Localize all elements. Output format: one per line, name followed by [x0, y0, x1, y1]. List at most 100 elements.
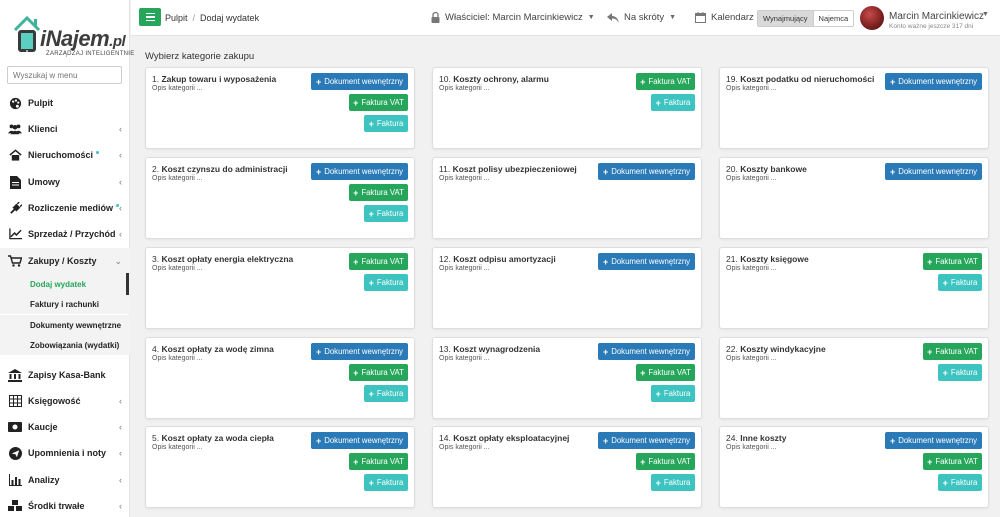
sidebar-item-nieruchomosci[interactable]: Nieruchomości ‹	[0, 142, 130, 168]
add-internal-document-button[interactable]: + Dokument wewnętrzny	[311, 163, 408, 180]
add-vat-invoice-button[interactable]: + Faktura VAT	[349, 253, 408, 270]
category-card: 13. Koszt wynagrodzenia Opis kategorii ..…	[432, 337, 702, 419]
add-vat-invoice-button[interactable]: + Faktura VAT	[349, 364, 408, 381]
sidebar-item-rozliczenie-mediow[interactable]: Rozliczenie mediów ‹	[0, 195, 130, 221]
add-invoice-button[interactable]: + Faktura	[938, 274, 982, 291]
sidebar-item-kasa-bank[interactable]: Zapisy Kasa-Bank	[0, 362, 130, 388]
button-label: Dokument wewnętrzny	[324, 167, 404, 176]
add-internal-document-button[interactable]: + Dokument wewnętrzny	[311, 343, 408, 360]
sidebar-item-kaucje[interactable]: Kaucje ‹	[0, 414, 130, 440]
add-invoice-button[interactable]: + Faktura	[364, 115, 408, 132]
button-label: Faktura VAT	[361, 188, 404, 197]
add-invoice-button[interactable]: + Faktura	[651, 385, 695, 402]
calendar-icon	[695, 12, 706, 23]
add-vat-invoice-button[interactable]: + Faktura VAT	[349, 94, 408, 111]
sidebar-item-zakupy[interactable]: Zakupy / Koszty ⌄	[0, 248, 130, 274]
sidebar-item-upomnienia[interactable]: Upomnienia i noty ‹	[0, 440, 130, 466]
category-card: 14. Koszt opłaty eksploatacyjnej Opis kat…	[432, 426, 702, 508]
add-internal-document-button[interactable]: + Dokument wewnętrzny	[598, 253, 695, 270]
add-internal-document-button[interactable]: + Dokument wewnętrzny	[311, 73, 408, 90]
category-description: Opis kategorii ...	[726, 444, 777, 451]
sidebar-item-label: Rozliczenie mediów	[28, 203, 114, 213]
shortcuts-dropdown[interactable]: Na skróty ▼	[607, 12, 676, 23]
plus-icon: +	[655, 97, 661, 108]
user-name[interactable]: Marcin Marcinkiewicz	[889, 11, 984, 22]
chevron-left-icon: ‹	[119, 203, 122, 213]
add-invoice-button[interactable]: + Faktura	[364, 274, 408, 291]
calendar-link[interactable]: Kalendarz	[695, 12, 754, 23]
button-label: Faktura VAT	[361, 368, 404, 377]
sidebar-item-pulpit[interactable]: Pulpit	[0, 90, 130, 116]
sidebar-subitem-zobowiazania[interactable]: Zobowiązania (wydatki)	[0, 335, 130, 355]
category-title: 3. Koszt opłaty energia elektryczna	[152, 254, 293, 264]
category-number: 19.	[726, 74, 738, 84]
avatar[interactable]	[860, 6, 884, 30]
sidebar-item-sprzedaz[interactable]: Sprzedaż / Przychód ‹	[0, 221, 130, 247]
sidebar-item-ksiegowosc[interactable]: Księgowość ‹	[0, 388, 130, 414]
add-invoice-button[interactable]: + Faktura	[938, 364, 982, 381]
role-toggle-wynajmujacy[interactable]: Wynajmujący	[758, 11, 813, 26]
add-invoice-button[interactable]: + Faktura	[651, 94, 695, 111]
sidebar-subitem-dodaj-wydatek[interactable]: Dodaj wydatek	[0, 274, 130, 294]
category-name: Koszty ochrony, alarmu	[453, 74, 549, 84]
add-vat-invoice-button[interactable]: + Faktura VAT	[923, 253, 982, 270]
sidebar-item-label: Kaucje	[28, 422, 58, 432]
role-toggle-najemca[interactable]: Najemca	[812, 11, 854, 26]
add-invoice-button[interactable]: + Faktura	[364, 205, 408, 222]
category-card: 10. Koszty ochrony, alarmu Opis kategorii…	[432, 67, 702, 149]
users-icon	[8, 122, 22, 136]
add-vat-invoice-button[interactable]: + Faktura VAT	[636, 73, 695, 90]
add-internal-document-button[interactable]: + Dokument wewnętrzny	[598, 432, 695, 449]
user-caret-down-icon[interactable]: ▼	[982, 11, 989, 18]
plus-icon: +	[942, 367, 948, 378]
add-vat-invoice-button[interactable]: + Faktura VAT	[923, 343, 982, 360]
add-vat-invoice-button[interactable]: + Faktura VAT	[636, 453, 695, 470]
notification-dot	[96, 150, 100, 154]
add-invoice-button[interactable]: + Faktura	[364, 385, 408, 402]
category-number: 5.	[152, 433, 160, 443]
sidebar-item-umowy[interactable]: Umowy ‹	[0, 169, 130, 195]
menu-toggle-button[interactable]	[139, 8, 161, 26]
category-description: Opis kategorii ...	[152, 355, 203, 362]
category-description: Opis kategorii ...	[439, 355, 490, 362]
category-description: Opis kategorii ...	[152, 85, 203, 92]
add-internal-document-button[interactable]: + Dokument wewnętrzny	[885, 163, 982, 180]
add-vat-invoice-button[interactable]: + Faktura VAT	[349, 453, 408, 470]
bar-chart-icon	[8, 473, 22, 487]
owner-dropdown[interactable]: Właściciel: Marcin Marcinkiewicz ▼	[431, 12, 595, 23]
add-vat-invoice-button[interactable]: + Faktura VAT	[349, 184, 408, 201]
category-description: Opis kategorii ...	[439, 175, 490, 182]
category-card: 2. Koszt czynszu do administracji Opis ka…	[145, 157, 415, 239]
sidebar-item-klienci[interactable]: Klienci ‹	[0, 116, 130, 142]
add-vat-invoice-button[interactable]: + Faktura VAT	[636, 364, 695, 381]
add-vat-invoice-button[interactable]: + Faktura VAT	[923, 453, 982, 470]
add-internal-document-button[interactable]: + Dokument wewnętrzny	[598, 343, 695, 360]
owner-label: Właściciel: Marcin Marcinkiewicz	[445, 12, 583, 23]
button-label: Faktura VAT	[935, 457, 978, 466]
plus-icon: +	[942, 477, 948, 488]
sidebar-subitem-faktury[interactable]: Faktury i rachunki	[0, 294, 130, 314]
add-invoice-button[interactable]: + Faktura	[651, 474, 695, 491]
add-internal-document-button[interactable]: + Dokument wewnętrzny	[885, 432, 982, 449]
button-label: Faktura VAT	[648, 77, 691, 86]
add-internal-document-button[interactable]: + Dokument wewnętrzny	[598, 163, 695, 180]
add-internal-document-button[interactable]: + Dokument wewnętrzny	[885, 73, 982, 90]
add-internal-document-button[interactable]: + Dokument wewnętrzny	[311, 432, 408, 449]
add-invoice-button[interactable]: + Faktura	[938, 474, 982, 491]
plus-icon: +	[655, 477, 661, 488]
logo[interactable]: iNajem.pl ZARZĄDZAJ INTELIGENTNIE	[10, 8, 134, 60]
plus-icon: +	[927, 456, 933, 467]
category-title: 22. Koszty windykacyjne	[726, 344, 826, 354]
category-name: Koszt czynszu do administracji	[161, 164, 288, 174]
add-invoice-button[interactable]: + Faktura	[364, 474, 408, 491]
sidebar-subitem-dokumenty[interactable]: Dokumenty wewnętrzne	[0, 315, 130, 335]
category-title: 2. Koszt czynszu do administracji	[152, 164, 288, 174]
sidebar-item-analizy[interactable]: Analizy ‹	[0, 467, 130, 493]
menu-search-input[interactable]	[7, 66, 122, 84]
top-header: Pulpit / Dodaj wydatek Właściciel: Marcin …	[131, 0, 1000, 36]
category-card: 22. Koszty windykacyjne Opis kategorii ..…	[719, 337, 989, 419]
breadcrumb-link-pulpit[interactable]: Pulpit	[165, 13, 188, 23]
button-label: Faktura VAT	[361, 257, 404, 266]
chevron-left-icon: ‹	[119, 422, 122, 432]
sidebar-item-srodki-trwale[interactable]: Środki trwałe ‹	[0, 493, 130, 517]
